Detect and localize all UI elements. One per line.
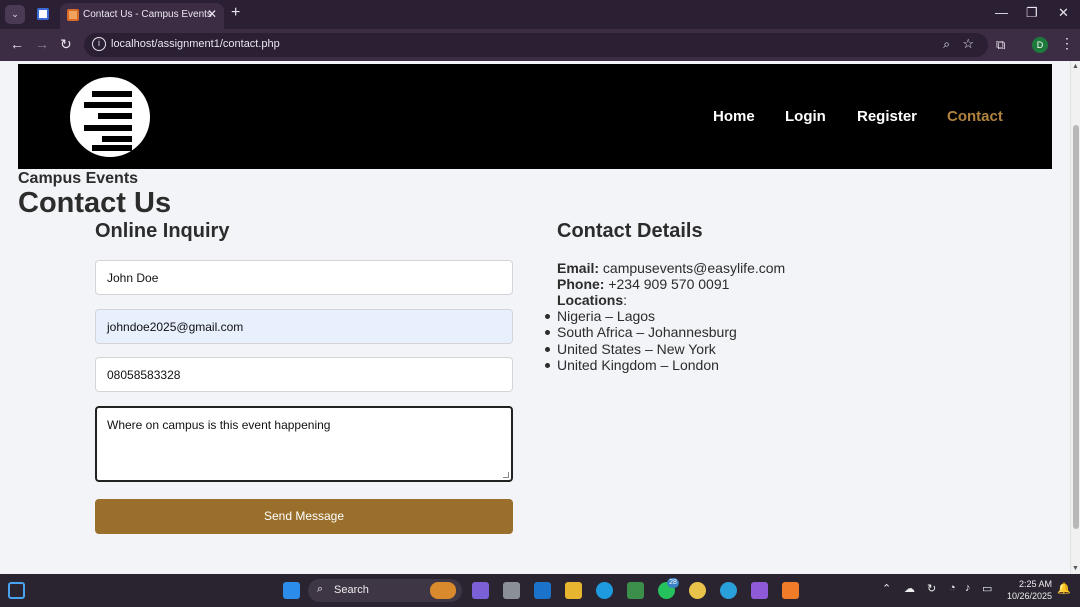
- battery-icon[interactable]: ▭: [982, 582, 992, 595]
- phone-value: +234 909 570 0091: [608, 276, 730, 292]
- page-viewport: Home Login Register Contact Campus Event…: [0, 61, 1080, 574]
- email-field[interactable]: johndoe2025@gmail.com: [95, 309, 513, 344]
- address-url[interactable]: localhost/assignment1/contact.php: [111, 38, 280, 50]
- name-field[interactable]: John Doe: [95, 260, 513, 295]
- message-text: Where on campus is this event happening: [107, 418, 331, 432]
- zoom-icon[interactable]: ⌕: [943, 37, 950, 52]
- message-textarea[interactable]: Where on campus is this event happening: [95, 406, 513, 482]
- excel-icon[interactable]: [627, 582, 644, 599]
- profile-avatar[interactable]: D: [1032, 37, 1048, 53]
- phone-field[interactable]: 08058583328: [95, 357, 513, 392]
- tab-active[interactable]: Contact Us - Campus Events ✕: [60, 3, 224, 29]
- email-value: campusevents@easylife.com: [602, 260, 786, 276]
- wifi-icon[interactable]: ◔: [949, 582, 956, 594]
- contact-phone: Phone: +234 909 570 0091: [557, 276, 729, 292]
- list-item: South Africa – Johannesburg: [545, 324, 737, 341]
- widgets-icon[interactable]: [8, 582, 25, 599]
- nav-login[interactable]: Login: [785, 108, 826, 125]
- window-close-icon[interactable]: ✕: [1058, 5, 1069, 21]
- task-view-icon[interactable]: [503, 582, 520, 599]
- taskbar: ⌕ Search 28 ⌃ ☁ ↻ ◔ ♪ ▭ 2:25 AM 10/26/20…: [0, 574, 1080, 607]
- phone-label: Phone:: [557, 276, 605, 292]
- page-scrollbar[interactable]: ▲ ▼: [1070, 61, 1080, 574]
- contact-email: Email: campusevents@easylife.com: [557, 260, 785, 276]
- site-info-icon[interactable]: i: [92, 37, 106, 51]
- restore-icon[interactable]: ❐: [1026, 5, 1038, 21]
- email-label: Email:: [557, 260, 600, 276]
- reload-icon[interactable]: ↻: [60, 36, 72, 53]
- bookmark-star-icon[interactable]: ☆: [962, 36, 974, 52]
- windows-start-icon[interactable]: [283, 582, 300, 599]
- clock-time: 2:25 AM: [1018, 579, 1052, 589]
- address-bar[interactable]: i localhost/assignment1/contact.php ⌕ ☆: [84, 33, 988, 57]
- telegram-icon[interactable]: [720, 582, 737, 599]
- tab-search-button[interactable]: ⌄: [5, 5, 25, 24]
- xampp-icon[interactable]: [782, 582, 799, 599]
- page-title: Contact Us: [18, 187, 172, 219]
- tab-favicon-icon: [37, 8, 49, 20]
- extensions-icon[interactable]: ⧉: [996, 37, 1005, 53]
- taskbar-search[interactable]: ⌕ Search: [308, 579, 462, 602]
- nav-register[interactable]: Register: [857, 108, 917, 125]
- list-item: United Kingdom – London: [545, 357, 737, 373]
- browser-menu-icon[interactable]: ⋮: [1060, 35, 1074, 52]
- scroll-thumb[interactable]: [1073, 125, 1079, 529]
- forward-icon[interactable]: →: [35, 36, 49, 52]
- site-logo[interactable]: [70, 77, 150, 157]
- sync-icon[interactable]: ↻: [927, 582, 936, 595]
- clock-date: 10/26/2025: [1006, 591, 1052, 601]
- contact-heading: Contact Details: [557, 220, 703, 242]
- xampp-favicon-icon: [67, 9, 79, 21]
- brand-name: Campus Events: [18, 170, 139, 187]
- nav-home[interactable]: Home: [713, 108, 755, 125]
- search-icon: ⌕: [317, 583, 324, 595]
- tab-close-icon[interactable]: ✕: [207, 7, 217, 21]
- edge-icon[interactable]: [596, 582, 613, 599]
- site-header: Home Login Register Contact: [18, 64, 1052, 169]
- send-message-button[interactable]: Send Message: [95, 499, 513, 534]
- search-highlight-icon: [430, 582, 456, 599]
- mail-icon[interactable]: [534, 582, 551, 599]
- scroll-up-icon[interactable]: ▲: [1072, 63, 1079, 70]
- scroll-down-icon[interactable]: ▼: [1072, 565, 1079, 572]
- contact-locations-label: Locations:: [557, 292, 628, 308]
- locations-list: Nigeria – Lagos South Africa – Johannesb…: [545, 308, 737, 373]
- taskbar-search-label: Search: [334, 584, 369, 596]
- form-heading: Online Inquiry: [95, 220, 230, 242]
- file-explorer-icon[interactable]: [565, 582, 582, 599]
- onenote-icon[interactable]: [751, 582, 768, 599]
- list-item: United States – New York: [545, 341, 737, 357]
- back-icon[interactable]: ←: [10, 36, 24, 52]
- resize-handle[interactable]: [503, 472, 509, 478]
- minimize-icon[interactable]: —: [995, 5, 1008, 20]
- tab-title: Contact Us - Campus Events: [83, 9, 212, 20]
- taskbar-clock[interactable]: 2:25 AM 10/26/2025: [1004, 578, 1052, 602]
- browser-tab-strip: ⌄ Contact Us - Campus Events ✕ + — ❐ ✕: [0, 0, 1080, 29]
- list-item: Nigeria – Lagos: [545, 308, 737, 324]
- new-tab-icon[interactable]: +: [231, 4, 240, 22]
- whatsapp-badge: 28: [667, 578, 679, 588]
- copilot-icon[interactable]: [472, 582, 489, 599]
- nav-contact[interactable]: Contact: [947, 108, 1003, 125]
- tray-chevron-icon[interactable]: ⌃: [882, 582, 891, 595]
- tab-pinned[interactable]: [30, 4, 56, 25]
- chrome-icon[interactable]: [689, 582, 706, 599]
- volume-icon[interactable]: ♪: [965, 582, 971, 594]
- onedrive-icon[interactable]: ☁: [904, 582, 915, 595]
- browser-toolbar: ← → ↻ i localhost/assignment1/contact.ph…: [0, 29, 1080, 61]
- notification-bell-icon[interactable]: 🔔: [1057, 582, 1071, 595]
